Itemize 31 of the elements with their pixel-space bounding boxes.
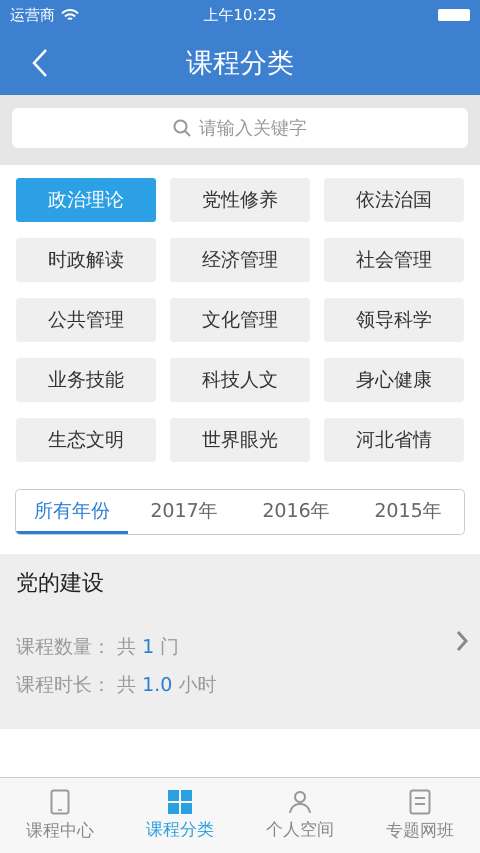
document-icon: [409, 789, 431, 815]
category-button[interactable]: 身心健康: [324, 358, 464, 402]
tablet-icon: [50, 789, 70, 815]
category-button[interactable]: 世界眼光: [170, 418, 310, 462]
category-button[interactable]: 科技人文: [170, 358, 310, 402]
course-count: 课程数量： 共 1 门: [16, 635, 180, 660]
category-button[interactable]: 依法治国: [324, 178, 464, 222]
wifi-icon: [61, 8, 79, 22]
grid-icon: [168, 790, 192, 814]
back-icon[interactable]: [32, 48, 48, 78]
category-button[interactable]: 时政解读: [16, 238, 156, 282]
search-icon: [173, 119, 191, 137]
course-card[interactable]: 党的建设 课程数量： 共 1 门 课程时长： 共 1.0 小时: [0, 554, 480, 729]
category-button[interactable]: 经济管理: [170, 238, 310, 282]
chevron-icon: [456, 630, 468, 652]
category-button[interactable]: 社会管理: [324, 238, 464, 282]
person-icon: [288, 790, 312, 814]
carrier-name: 运营商: [10, 6, 55, 24]
category-button[interactable]: 文化管理: [170, 298, 310, 342]
page-title: 课程分类: [186, 46, 294, 80]
category-button[interactable]: 公共管理: [16, 298, 156, 342]
category-button[interactable]: 河北省情: [324, 418, 464, 462]
status-time: 上午10:25: [203, 6, 277, 24]
course-duration: 课程时长： 共 1.0 小时: [16, 673, 216, 698]
category-button[interactable]: 业务技能: [16, 358, 156, 402]
battery-icon: [438, 9, 470, 21]
category-button[interactable]: 党性修养: [170, 178, 310, 222]
year-tab[interactable]: 所有年份: [16, 490, 128, 534]
category-button[interactable]: 领导科学: [324, 298, 464, 342]
category-button[interactable]: 生态文明: [16, 418, 156, 462]
course-title: 党的建设: [16, 570, 105, 598]
